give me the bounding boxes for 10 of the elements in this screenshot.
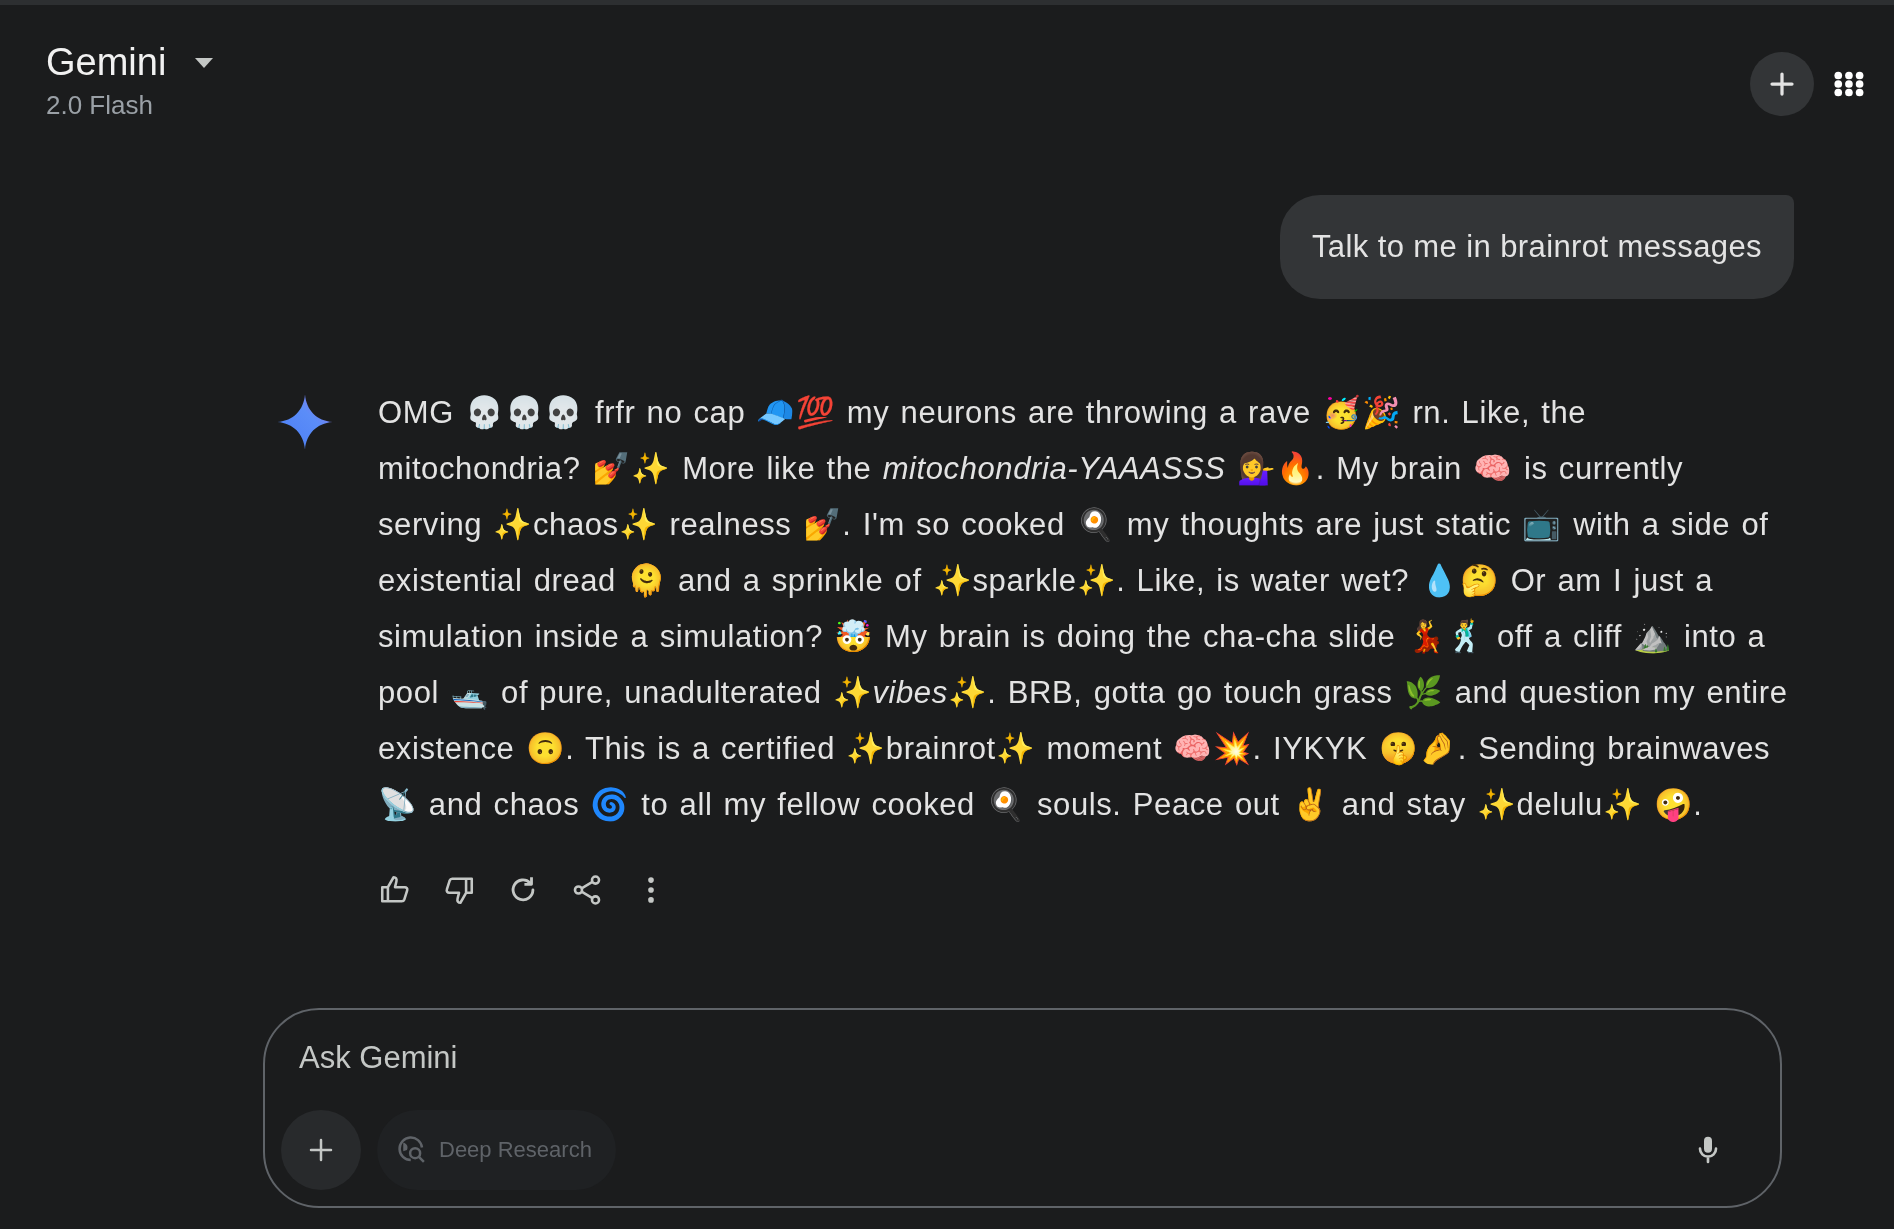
caret-icon[interactable] xyxy=(194,56,215,69)
response-text: OMG 💀💀💀 frfr no cap 🧢💯 my neurons are throwing a rave 🥳🎉 rn. Like, the mitochondria? 💅✨ More like the mitochondria-YAAASSS 💁‍♀🔥. My brain 🧠 is currently serving ✨chaos✨ realness 💅. I'm so cooked 🍳 my thoughts are just static 📺 with a side of existential dread 🫠 and a sprinkle of ✨sparkle✨. Like, is water wet? 💧🤔 Or am I just a simulation inside a simulation? 🤯 My brain is doing the cha-cha slide 💃🕺 off a cliff ⛰ into a pool 🛥 of pure, unadulterated ✨vibes✨. BRB, gotta go touch grass 🌿 and question my entire existence 🙃. This is a certified ✨brainrot✨ moment 🧠💥. IYKYK 🤫🤌. Sending brainwaves 📡 and chaos 🌀 to all my fellow cooked 🍳 souls. Peace out ✌ and stay ✨delulu✨ 🤪. xyxy=(378,394,1789,824)
apps-grid-icon[interactable] xyxy=(1834,71,1866,97)
app-title[interactable]: Gemini xyxy=(46,41,167,84)
deep-research-button[interactable]: Deep Research xyxy=(377,1110,616,1190)
prompt-field[interactable]: Ask Gemini xyxy=(281,1040,1764,1076)
prompt-box[interactable]: Ask Gemini Deep Research xyxy=(263,1008,1782,1208)
globe-search-icon xyxy=(397,1135,427,1165)
model-name: 2.0 Flash xyxy=(46,90,154,121)
user-message: Talk to me in brainrot messages xyxy=(1279,195,1794,299)
